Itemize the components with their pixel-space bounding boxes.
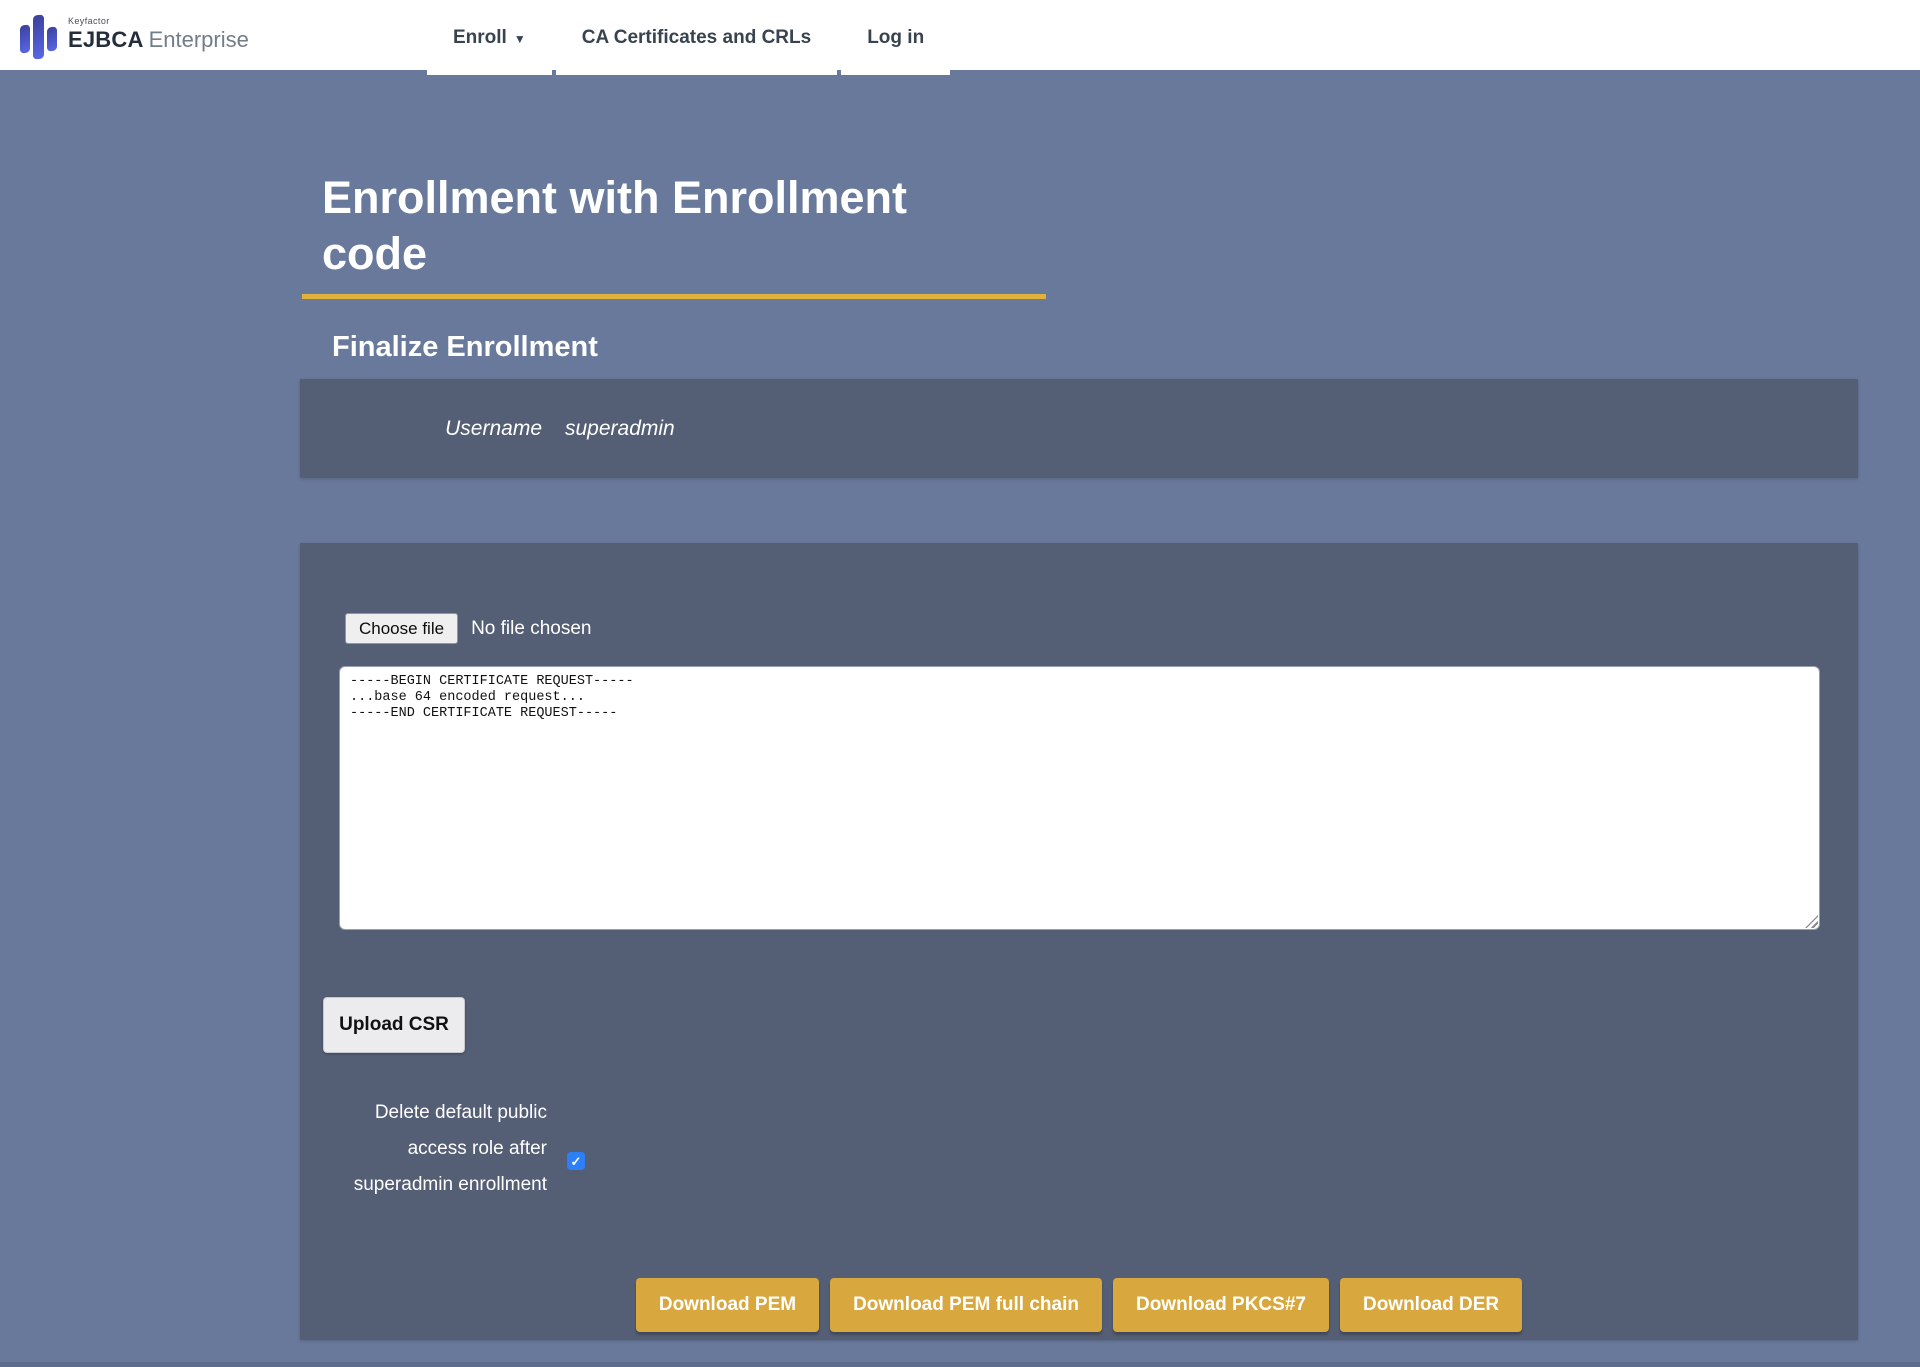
- nav-item-label: Enroll: [453, 27, 507, 49]
- page: Keyfactor EJBCAEnterprise Enroll ▼ CA Ce…: [0, 0, 1920, 1367]
- main-nav: Enroll ▼ CA Certificates and CRLs Log in: [427, 0, 950, 75]
- csr-upload-panel: Choose file No file chosen -----BEGIN CE…: [300, 543, 1858, 1340]
- nav-item-label: CA Certificates and CRLs: [582, 27, 811, 49]
- brand-text: Keyfactor EJBCAEnterprise: [68, 13, 249, 52]
- keyfactor-bars-icon: [18, 13, 60, 59]
- download-pem-button[interactable]: Download PEM: [636, 1278, 819, 1332]
- delete-role-checkbox[interactable]: ✓: [567, 1152, 585, 1170]
- brand-company: Keyfactor: [68, 16, 249, 26]
- download-pkcs7-button[interactable]: Download PKCS#7: [1113, 1278, 1329, 1332]
- section-heading: Finalize Enrollment: [332, 331, 598, 364]
- nav-item-ca-certificates-and-crls[interactable]: CA Certificates and CRLs: [556, 0, 837, 75]
- username-summary-panel: Username superadmin: [300, 379, 1858, 478]
- checkmark-icon: ✓: [571, 1155, 582, 1168]
- download-pem-full-chain-button[interactable]: Download PEM full chain: [830, 1278, 1102, 1332]
- nav-item-enroll[interactable]: Enroll ▼: [427, 0, 552, 75]
- page-title: Enrollment with Enrollment code: [322, 170, 960, 282]
- username-value: superadmin: [565, 417, 675, 441]
- brand-edition: Enterprise: [149, 27, 249, 52]
- nav-item-label: Log in: [867, 27, 924, 49]
- download-buttons-row: Download PEM Download PEM full chain Dow…: [300, 1278, 1858, 1332]
- brand-logo[interactable]: Keyfactor EJBCAEnterprise: [18, 13, 249, 59]
- page-title-block: Enrollment with Enrollment code: [302, 130, 1046, 299]
- brand-product: EJBCA: [68, 27, 144, 52]
- choose-file-button[interactable]: Choose file: [345, 613, 458, 644]
- username-label: Username: [300, 417, 542, 441]
- nav-item-log-in[interactable]: Log in: [841, 0, 950, 75]
- chevron-down-icon: ▼: [514, 32, 526, 46]
- bottom-edge-strip: [0, 1362, 1920, 1367]
- delete-role-label: Delete default public access role after …: [340, 1095, 547, 1203]
- csr-textarea[interactable]: -----BEGIN CERTIFICATE REQUEST----- ...b…: [339, 666, 1820, 930]
- file-chosen-status: No file chosen: [471, 618, 591, 640]
- file-input-row: Choose file No file chosen: [345, 613, 591, 644]
- download-der-button[interactable]: Download DER: [1340, 1278, 1522, 1332]
- upload-csr-button[interactable]: Upload CSR: [323, 997, 465, 1053]
- top-navbar: Keyfactor EJBCAEnterprise Enroll ▼ CA Ce…: [0, 0, 1920, 70]
